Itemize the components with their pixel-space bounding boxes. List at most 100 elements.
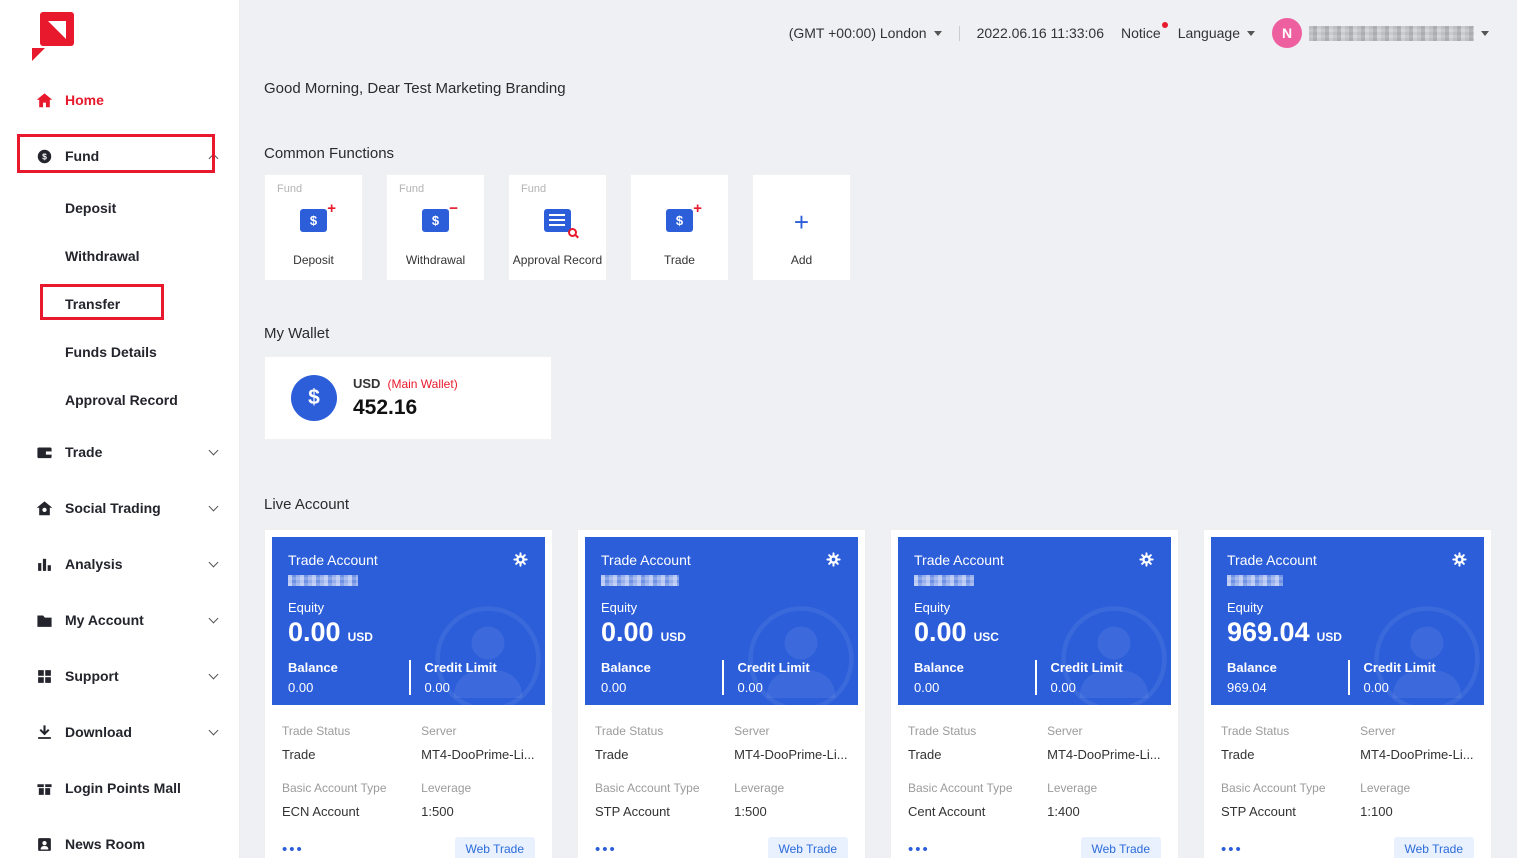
gear-icon[interactable] <box>512 551 529 568</box>
leverage-label: Leverage <box>734 781 848 795</box>
chevron-down-icon <box>209 558 219 568</box>
function-label: Deposit <box>293 253 334 267</box>
language-selector[interactable]: Language <box>1178 25 1255 41</box>
account-summary: Trade Account Equity 0.00 USD <box>272 537 545 705</box>
server-label: Server <box>421 724 535 738</box>
sidebar-item-analysis[interactable]: Analysis <box>0 536 239 592</box>
fund-icon: $ <box>36 148 53 165</box>
gear-icon[interactable] <box>1138 551 1155 568</box>
chevron-down-icon <box>209 670 219 680</box>
common-function-add[interactable]: + Add <box>752 174 851 281</box>
bar-chart-icon <box>36 556 53 573</box>
account-details: Trade Status Trade Server MT4-DooPrime-L… <box>585 724 858 858</box>
brand-logo[interactable] <box>0 0 239 72</box>
wallet-card: $ USD (Main Wallet) 452.16 <box>264 356 552 440</box>
sidebar-item-withdrawal[interactable]: Withdrawal <box>0 232 239 280</box>
credit-limit-value: 0.00 <box>1051 680 1156 695</box>
trade-status-value: Trade <box>282 747 421 762</box>
sidebar-item-support[interactable]: Support <box>0 648 239 704</box>
account-details: Trade Status Trade Server MT4-DooPrime-L… <box>1211 724 1484 858</box>
user-profile-menu[interactable]: N <box>1272 18 1489 48</box>
notice-button[interactable]: Notice <box>1121 25 1161 41</box>
function-category: Fund <box>399 183 424 195</box>
leverage-label: Leverage <box>1047 781 1161 795</box>
leverage-label: Leverage <box>421 781 535 795</box>
live-account-card-4: Trade Account Equity 969.04 USD <box>1203 529 1492 858</box>
balance-value: 0.00 <box>601 680 722 695</box>
notice-label: Notice <box>1121 25 1161 41</box>
leverage-label: Leverage <box>1360 781 1474 795</box>
common-function-deposit[interactable]: Fund $+ Deposit <box>264 174 363 281</box>
sidebar-item-download[interactable]: Download <box>0 704 239 760</box>
server-label: Server <box>1047 724 1161 738</box>
gear-icon[interactable] <box>1451 551 1468 568</box>
common-function-withdrawal[interactable]: Fund $− Withdrawal <box>386 174 485 281</box>
account-number-redacted <box>601 575 679 586</box>
sidebar-item-label: Analysis <box>65 556 210 572</box>
more-actions-icon[interactable]: ••• <box>908 841 930 858</box>
equity-currency: USD <box>348 630 373 644</box>
gear-icon[interactable] <box>825 551 842 568</box>
sidebar-item-home[interactable]: Home <box>0 72 239 128</box>
leverage-value: 1:500 <box>734 804 848 819</box>
chevron-down-icon <box>209 446 219 456</box>
account-number-redacted <box>914 575 974 586</box>
sidebar-item-social-trading[interactable]: Social Trading <box>0 480 239 536</box>
more-actions-icon[interactable]: ••• <box>595 841 617 858</box>
chevron-down-icon <box>1247 31 1255 36</box>
credit-limit-value: 0.00 <box>1364 680 1469 695</box>
function-label: Approval Record <box>513 253 602 267</box>
account-type-label: Basic Account Type <box>595 781 734 795</box>
timezone-selector[interactable]: (GMT +00:00) London <box>789 25 942 41</box>
server-value: MT4-DooPrime-Li... <box>734 747 848 762</box>
download-icon <box>36 724 53 741</box>
sidebar-item-label: Login Points Mall <box>65 780 217 796</box>
function-label: Withdrawal <box>406 253 465 267</box>
web-trade-button[interactable]: Web Trade <box>1081 837 1161 858</box>
account-type-value: STP Account <box>1221 804 1360 819</box>
account-number-redacted <box>288 575 358 586</box>
social-trading-icon <box>36 500 53 517</box>
topbar: (GMT +00:00) London 2022.06.16 11:33:06 … <box>240 0 1517 66</box>
trade-status-label: Trade Status <box>282 724 421 738</box>
grid-icon <box>36 668 53 685</box>
sidebar-nav: Home $ Fund Deposit Withdrawal Transfer … <box>0 72 239 858</box>
sidebar: Home $ Fund Deposit Withdrawal Transfer … <box>0 0 240 858</box>
sidebar-item-approval-record[interactable]: Approval Record <box>0 376 239 424</box>
sidebar-item-login-points-mall[interactable]: Login Points Mall <box>0 760 239 816</box>
brand-logo-icon <box>30 10 76 62</box>
account-type-value: STP Account <box>595 804 734 819</box>
equity-currency: USD <box>661 630 686 644</box>
chevron-up-icon <box>209 153 219 163</box>
live-account-card-2: Trade Account Equity 0.00 USD <box>577 529 866 858</box>
fund-submenu: Deposit Withdrawal Transfer Funds Detail… <box>0 184 239 424</box>
web-trade-button[interactable]: Web Trade <box>455 837 535 858</box>
svg-text:$: $ <box>42 151 47 161</box>
sidebar-item-my-account[interactable]: My Account <box>0 592 239 648</box>
credit-limit-label: Credit Limit <box>425 660 530 675</box>
sidebar-item-news-room[interactable]: News Room <box>0 816 239 858</box>
account-number-redacted <box>1227 575 1283 586</box>
web-trade-button[interactable]: Web Trade <box>1394 837 1474 858</box>
balance-label: Balance <box>601 660 722 675</box>
sidebar-item-deposit[interactable]: Deposit <box>0 184 239 232</box>
account-type-label: Basic Account Type <box>908 781 1047 795</box>
server-value: MT4-DooPrime-Li... <box>1047 747 1161 762</box>
trade-status-label: Trade Status <box>1221 724 1360 738</box>
sidebar-item-label: Home <box>65 92 217 108</box>
common-function-approval-record[interactable]: Fund Approval Record <box>508 174 607 281</box>
sidebar-item-fund[interactable]: $ Fund <box>0 128 239 184</box>
more-actions-icon[interactable]: ••• <box>1221 841 1243 858</box>
trade-status-label: Trade Status <box>595 724 734 738</box>
equity-value: 0.00 <box>601 617 654 648</box>
sidebar-item-trade[interactable]: Trade <box>0 424 239 480</box>
function-label: Trade <box>664 253 695 267</box>
withdrawal-icon: $− <box>422 209 449 241</box>
sidebar-item-funds-details[interactable]: Funds Details <box>0 328 239 376</box>
trade-status-value: Trade <box>595 747 734 762</box>
web-trade-button[interactable]: Web Trade <box>768 837 848 858</box>
common-function-trade[interactable]: $+ Trade <box>630 174 729 281</box>
sidebar-item-label: Support <box>65 668 210 684</box>
sidebar-item-transfer[interactable]: Transfer <box>0 280 239 328</box>
more-actions-icon[interactable]: ••• <box>282 841 304 858</box>
